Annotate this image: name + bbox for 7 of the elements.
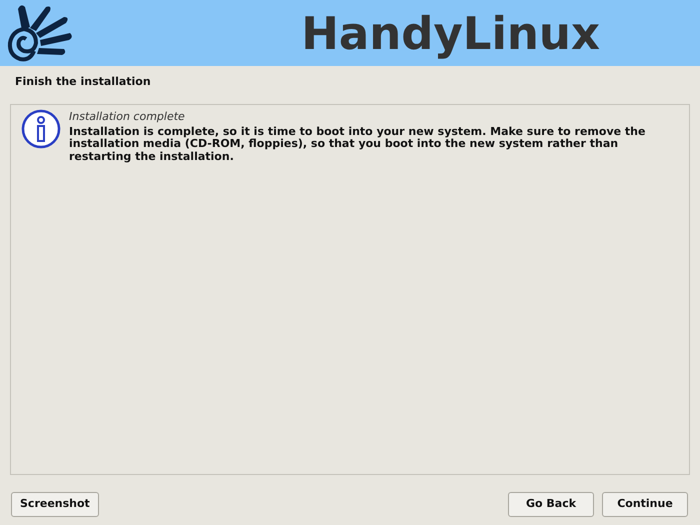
info-icon [21,109,61,149]
action-button[interactable]: Screenshot [11,492,99,516]
page-title: Finish the installation [14,74,152,90]
action-button[interactable]: Go Back [508,492,594,516]
action-button[interactable]: Continue [602,492,688,516]
message-title: Installation complete [69,109,186,125]
message-text: Installation is complete, so it is time to boot into your new system. Make sure to remove the installation media (CD-ROM, floppies), so that you boot into the new system rather than restarting the installation. [69,126,646,164]
